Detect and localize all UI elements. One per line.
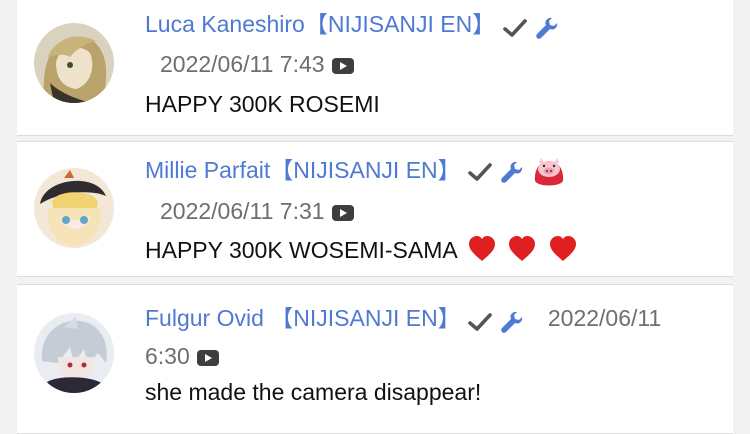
- comment-card: Fulgur Ovid 【NIJISANJI EN】 2022/06/11 6:…: [17, 284, 733, 434]
- timestamp-date[interactable]: 2022/06/11: [548, 305, 661, 331]
- video-icon[interactable]: [331, 57, 355, 75]
- pig-member-badge-icon: [534, 158, 563, 186]
- heart-emoji-icon: [509, 236, 536, 261]
- verified-check-icon: [468, 313, 492, 331]
- comment-message: HAPPY 300K ROSEMI: [145, 91, 380, 117]
- message-text: HAPPY 300K WOSEMI-SAMA: [145, 237, 457, 263]
- author-name[interactable]: Luca Kaneshiro【NIJISANJI EN】: [145, 11, 495, 37]
- comment-timestamp-row: 2022/06/11 7:31: [160, 196, 355, 226]
- comment-timestamp-row: 6:30: [145, 341, 220, 371]
- badge-group: [502, 11, 560, 41]
- comment-header: Luca Kaneshiro【NIJISANJI EN】: [145, 9, 560, 41]
- timestamp-time[interactable]: 6:30: [145, 343, 190, 369]
- video-icon[interactable]: [196, 349, 220, 367]
- author-tag: 【NIJISANJI EN】: [270, 305, 461, 331]
- moderator-wrench-icon: [536, 17, 558, 39]
- heart-emoji-icon: [468, 236, 495, 261]
- avatar[interactable]: [34, 168, 114, 248]
- comment-card: Luca Kaneshiro【NIJISANJI EN】 2022/06/11 …: [17, 0, 733, 136]
- comment-message: HAPPY 300K WOSEMI-SAMA: [145, 235, 578, 265]
- comment-card: Millie Parfait【NIJISANJI EN】 2022/06/11 …: [17, 141, 733, 277]
- comment-header: Millie Parfait【NIJISANJI EN】: [145, 155, 566, 189]
- comment-message: she made the camera disappear!: [145, 379, 482, 405]
- comment-feed: Luca Kaneshiro【NIJISANJI EN】 2022/06/11 …: [0, 0, 750, 434]
- badge-group: [467, 155, 566, 189]
- moderator-wrench-icon: [501, 311, 523, 333]
- badge-group: [467, 305, 525, 335]
- verified-check-icon: [502, 19, 527, 37]
- avatar[interactable]: [34, 23, 114, 103]
- timestamp[interactable]: 2022/06/11 7:43: [160, 51, 325, 77]
- heart-emoji-icon: [549, 236, 576, 261]
- video-icon[interactable]: [331, 204, 355, 222]
- moderator-wrench-icon: [501, 161, 523, 183]
- avatar[interactable]: [34, 313, 114, 393]
- comment-header: Fulgur Ovid 【NIJISANJI EN】 2022/06/11: [145, 303, 661, 335]
- timestamp[interactable]: 2022/06/11 7:31: [160, 198, 325, 224]
- comment-timestamp-row: 2022/06/11 7:43: [160, 49, 355, 79]
- author-name[interactable]: Fulgur Ovid: [145, 305, 264, 331]
- verified-check-icon: [468, 163, 492, 181]
- author-name[interactable]: Millie Parfait【NIJISANJI EN】: [145, 157, 461, 183]
